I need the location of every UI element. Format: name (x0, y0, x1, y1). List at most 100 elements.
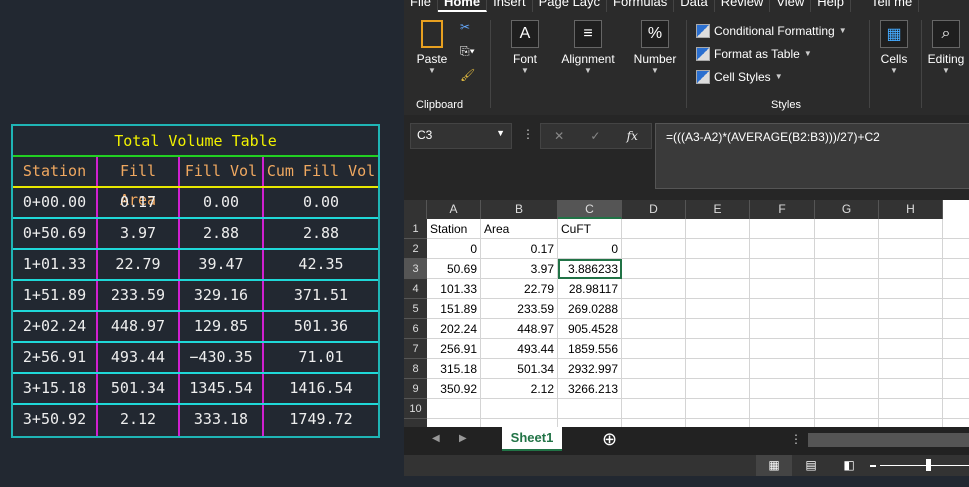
row-header[interactable]: 2 (404, 239, 427, 259)
cell[interactable] (879, 259, 943, 279)
cell[interactable]: 315.18 (427, 359, 481, 379)
page-break-view-icon[interactable]: ◧ (834, 455, 864, 476)
row-header[interactable]: 8 (404, 359, 427, 379)
cell[interactable] (750, 359, 815, 379)
cell[interactable] (750, 339, 815, 359)
cell[interactable] (879, 379, 943, 399)
zoom-out-icon[interactable] (870, 465, 876, 467)
cell[interactable] (943, 319, 969, 339)
row-header[interactable]: 6 (404, 319, 427, 339)
cell[interactable] (879, 319, 943, 339)
cell[interactable]: 22.79 (481, 279, 558, 299)
cell[interactable]: 233.59 (481, 299, 558, 319)
cell[interactable]: 0.17 (481, 239, 558, 259)
cell[interactable] (481, 399, 558, 419)
cell[interactable]: 28.98117 (558, 279, 622, 299)
number-button[interactable]: % Number ▼ (626, 14, 684, 115)
more-options-icon[interactable]: ⋮ (522, 127, 534, 141)
insert-function-icon[interactable]: fx (627, 129, 638, 143)
cell[interactable] (622, 339, 686, 359)
cell[interactable] (622, 359, 686, 379)
format-painter-icon[interactable]: 🖌 (460, 68, 475, 82)
tab-formulas[interactable]: Formulas (607, 0, 675, 12)
cell[interactable] (879, 239, 943, 259)
row-header[interactable]: 4 (404, 279, 427, 299)
tab-help[interactable]: Help (811, 0, 852, 12)
normal-view-icon[interactable]: ▦ (756, 455, 792, 476)
cell[interactable] (879, 299, 943, 319)
cell[interactable]: 202.24 (427, 319, 481, 339)
cell[interactable]: Station (427, 219, 481, 239)
column-header-c[interactable]: C (558, 200, 622, 219)
font-button[interactable]: A Font ▼ (494, 14, 556, 115)
cell[interactable] (686, 239, 750, 259)
cell[interactable] (943, 279, 969, 299)
cell[interactable]: CuFT (558, 219, 622, 239)
cell[interactable] (879, 399, 943, 419)
formula-input[interactable]: =(((A3-A2)*(AVERAGE(B2:B3)))/27)+C2 (655, 123, 969, 189)
cell[interactable] (686, 419, 750, 427)
cell[interactable] (750, 239, 815, 259)
column-header-d[interactable]: D (622, 200, 686, 219)
cell[interactable] (750, 319, 815, 339)
enter-icon[interactable]: ✓ (590, 129, 600, 143)
cell[interactable]: 50.69 (427, 259, 481, 279)
column-header-f[interactable]: F (750, 200, 815, 219)
cell[interactable] (750, 219, 815, 239)
cell[interactable] (943, 299, 969, 319)
cell[interactable]: 350.92 (427, 379, 481, 399)
cell[interactable] (427, 419, 481, 427)
scroll-left-icon[interactable]: ◀ (432, 433, 440, 444)
conditional-formatting-button[interactable]: Conditional Formatting ▼ (696, 19, 866, 42)
cell[interactable] (943, 399, 969, 419)
cell[interactable] (686, 299, 750, 319)
cell[interactable] (815, 379, 879, 399)
zoom-slider[interactable] (880, 465, 969, 466)
cell[interactable] (815, 219, 879, 239)
cell[interactable]: 3266.213 (558, 379, 622, 399)
cell[interactable]: 1859.556 (558, 339, 622, 359)
cell[interactable] (686, 379, 750, 399)
cell[interactable]: 905.4528 (558, 319, 622, 339)
cell[interactable]: 256.91 (427, 339, 481, 359)
alignment-button[interactable]: ≡ Alignment ▼ (556, 14, 620, 115)
cell[interactable]: 501.34 (481, 359, 558, 379)
cell[interactable] (622, 299, 686, 319)
tab-review[interactable]: Review (715, 0, 771, 12)
tab-view[interactable]: View (770, 0, 812, 12)
cell[interactable] (750, 399, 815, 419)
tab-page-layc[interactable]: Page Layc (533, 0, 608, 12)
cell[interactable] (943, 219, 969, 239)
name-box[interactable]: C3 ▼ (410, 123, 512, 149)
cell[interactable] (427, 399, 481, 419)
cell[interactable] (481, 419, 558, 427)
cut-icon[interactable]: ✂ (460, 20, 470, 34)
cell[interactable] (558, 399, 622, 419)
cell[interactable] (815, 259, 879, 279)
cell[interactable] (622, 219, 686, 239)
cell[interactable] (943, 419, 969, 427)
cell[interactable] (815, 279, 879, 299)
cancel-icon[interactable]: ✕ (554, 129, 564, 143)
cell[interactable]: 2.12 (481, 379, 558, 399)
cell[interactable] (943, 359, 969, 379)
row-header[interactable]: 1 (404, 219, 427, 239)
page-layout-view-icon[interactable]: ▤ (796, 455, 826, 476)
cell[interactable] (750, 299, 815, 319)
cell[interactable] (943, 379, 969, 399)
cell[interactable] (622, 319, 686, 339)
tab-tell-me[interactable]: Tell me (865, 0, 920, 12)
row-header[interactable]: 5 (404, 299, 427, 319)
add-sheet-icon[interactable]: ⊕ (602, 429, 617, 450)
zoom-slider-thumb[interactable] (926, 459, 931, 471)
cell[interactable] (879, 279, 943, 299)
cell[interactable]: 3.97 (481, 259, 558, 279)
cell[interactable]: 448.97 (481, 319, 558, 339)
cell[interactable]: 269.0288 (558, 299, 622, 319)
cell[interactable] (686, 219, 750, 239)
cell[interactable] (815, 239, 879, 259)
tab-file[interactable]: File (404, 0, 438, 12)
row-header[interactable]: 3 (404, 259, 427, 279)
row-header[interactable]: 7 (404, 339, 427, 359)
cell[interactable]: 0 (558, 239, 622, 259)
